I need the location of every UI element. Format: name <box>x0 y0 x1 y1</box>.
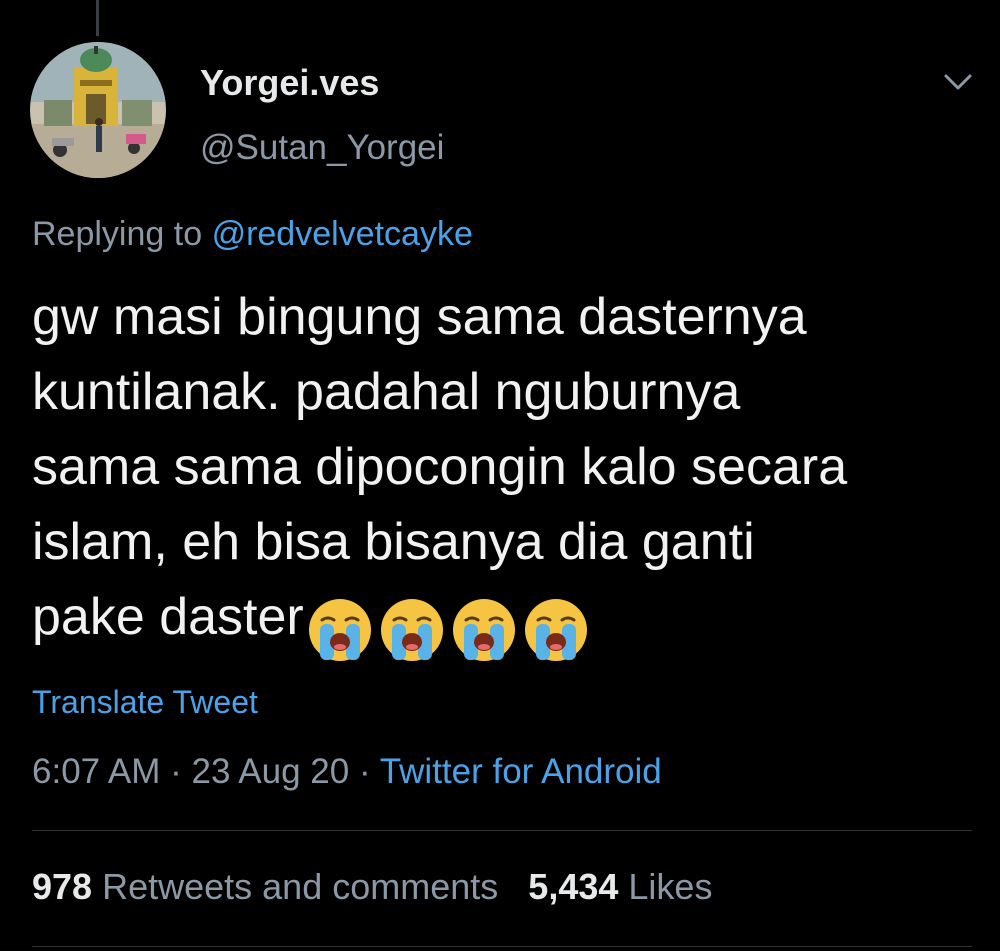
loudly-crying-face-icon <box>524 599 587 662</box>
avatar[interactable] <box>30 42 166 178</box>
tweet-source-link[interactable]: Twitter for Android <box>380 752 662 791</box>
tweet-time: 6:07 AM <box>32 752 161 791</box>
translate-tweet-link[interactable]: Translate Tweet <box>32 684 258 721</box>
loudly-crying-face-icon <box>380 599 443 662</box>
tweet-date: 23 Aug 20 <box>191 752 350 791</box>
tweet-text: gw masi bingung sama dasternya kuntilana… <box>32 280 982 665</box>
retweets-label: Retweets and comments <box>102 866 499 907</box>
divider <box>32 946 972 947</box>
chevron-down-icon[interactable] <box>938 64 978 100</box>
retweets-count: 978 <box>32 866 93 907</box>
meta-separator: · <box>358 752 371 791</box>
retweets-stat[interactable]: 978 Retweets and comments <box>32 866 498 907</box>
replying-to: Replying to @redvelvetcayke <box>32 215 473 254</box>
divider <box>32 830 972 831</box>
loudly-crying-face-icon <box>308 599 371 662</box>
likes-label: Likes <box>628 866 713 907</box>
user-handle[interactable]: @Sutan_Yorgei <box>200 128 444 168</box>
loudly-crying-face-icon <box>452 599 515 662</box>
emoji-group <box>306 590 594 665</box>
display-name[interactable]: Yorgei.ves <box>200 62 379 104</box>
reply-mention-link[interactable]: @redvelvetcayke <box>212 215 473 253</box>
likes-count: 5,434 <box>528 866 619 907</box>
likes-stat[interactable]: 5,434 Likes <box>528 866 712 907</box>
meta-separator: · <box>170 752 182 791</box>
thread-line <box>96 0 99 36</box>
tweet-stats: 978 Retweets and comments 5,434 Likes <box>32 866 712 908</box>
replying-to-label: Replying to <box>32 215 203 253</box>
avatar-photo <box>30 42 166 178</box>
tweet-meta: 6:07 AM · 23 Aug 20 · Twitter for Androi… <box>32 752 662 792</box>
